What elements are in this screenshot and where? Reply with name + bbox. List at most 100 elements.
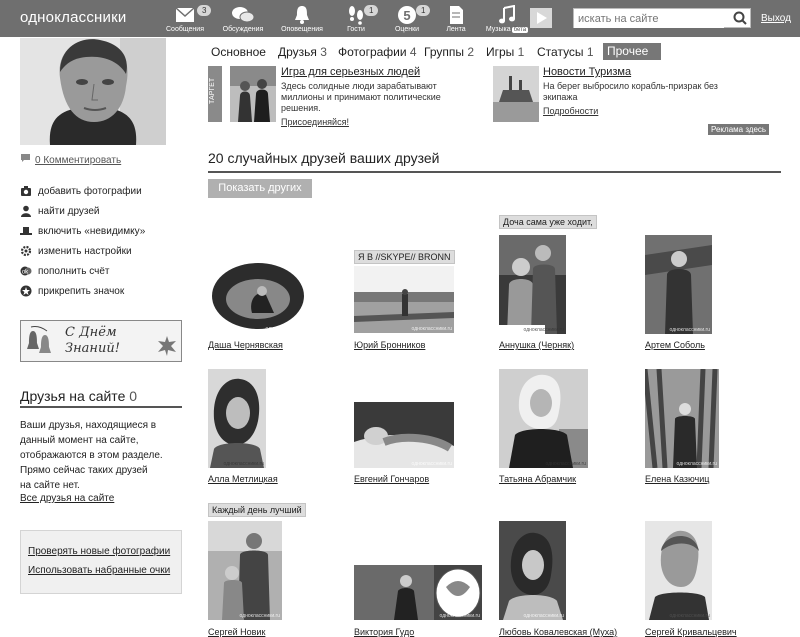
friend-name[interactable]: Евгений Гончаров (354, 474, 429, 484)
section-title: 20 случайных друзей ваших друзей (208, 150, 781, 173)
action-label: включить «невидимку» (38, 225, 146, 237)
friend-photo[interactable]: одноклассники.ru (645, 521, 712, 620)
nav-notifications[interactable]: Оповещения (280, 3, 324, 33)
action-add-photos[interactable]: добавить фотографии (20, 181, 145, 201)
badge-icon (20, 285, 32, 297)
friend-name[interactable]: Сергей Кривальцевич (645, 627, 737, 637)
nav-notifications-label: Оповещения (281, 26, 323, 33)
friend-name[interactable]: Артем Соболь (645, 340, 705, 350)
watermark: одноклассники.ru (669, 613, 710, 619)
friend-status: Я В //SKYPE// BRONN (354, 250, 455, 264)
action-settings[interactable]: изменить настройки (20, 241, 145, 261)
friend-photo[interactable]: одноклассники.ru (354, 402, 454, 468)
ad-title-game[interactable]: Игра для серьезных людей (281, 66, 420, 78)
speech-bubble-icon (21, 154, 30, 162)
friend-photo[interactable]: одноклассники.ru (499, 369, 588, 468)
watermark: одноклассники.ru (545, 461, 586, 467)
ads-here-label[interactable]: Реклама здесь (708, 124, 770, 135)
friend-photo[interactable]: одноклассники.ru (354, 266, 454, 333)
action-invisible[interactable]: включить «невидимку» (20, 221, 145, 241)
guests-badge: 1 (364, 5, 379, 16)
comment-link[interactable]: 0 Комментировать (20, 153, 121, 166)
show-others-button[interactable]: Показать других (208, 179, 312, 198)
nav-music[interactable]: Музыка бета (484, 3, 530, 33)
nav-music-label: Музыка бета (485, 26, 529, 33)
friend-photo[interactable]: одноклассники.ru (208, 369, 266, 468)
target-label: ТАРГЕТ (208, 66, 222, 122)
nav-messages[interactable]: 3 Сообщения (165, 3, 212, 33)
check-new-photos-link[interactable]: Проверять новые фотографии (28, 546, 170, 557)
nav-ratings-label: Оценки (394, 26, 420, 33)
friend-name[interactable]: Аннушка (Черняк) (499, 340, 574, 350)
friend-name[interactable]: Алла Метлицкая (208, 474, 278, 484)
friend-photo[interactable]: одноклассники.ru (354, 565, 482, 620)
friend-status: Доча сама уже ходит, (499, 215, 597, 229)
coins-icon: ok (20, 265, 32, 277)
search-box (573, 8, 751, 28)
search-input[interactable] (574, 10, 724, 28)
play-button[interactable] (530, 8, 552, 28)
nav-feed[interactable]: Лента (443, 3, 469, 33)
friend-name[interactable]: Юрий Бронников (354, 340, 425, 350)
site-logo[interactable]: одноклассники (20, 9, 126, 26)
friend-photo[interactable]: одноклассники.ru (645, 369, 719, 468)
friend-photo[interactable]: одноклассники.ru (208, 259, 308, 333)
nav-guests[interactable]: 1 Гости (342, 3, 379, 33)
gear-icon (20, 245, 32, 257)
tab-more-dropdown[interactable]: Прочее ▼ (603, 43, 661, 75)
ratings-badge: 1 (416, 5, 431, 16)
friend-photo[interactable]: одноклассники.ru (499, 521, 566, 620)
ad-image-game[interactable] (230, 66, 276, 122)
nav-guests-label: Гости (347, 26, 365, 33)
tab-statuses[interactable]: Статусы 1 (537, 45, 594, 59)
ad-link-game[interactable]: Присоединяйся! (281, 117, 349, 127)
action-find-friends[interactable]: найти друзей (20, 201, 145, 221)
play-icon (537, 12, 547, 24)
profile-actions: добавить фотографии найти друзей включит… (20, 181, 145, 301)
friend-status: Каждый день лучший (208, 503, 306, 517)
ad-image-tourism[interactable] (493, 66, 539, 122)
watermark: одноклассники.ru (223, 461, 264, 467)
nav-discussions[interactable]: Обсуждения (220, 3, 266, 33)
ad-desc-tourism: На берег выбросило корабль-призрак без э… (543, 81, 718, 102)
tab-main[interactable]: Основное (211, 45, 266, 59)
friend-name[interactable]: Виктория Гудо (354, 627, 414, 637)
action-attach-badge[interactable]: прикрепить значок (20, 281, 145, 301)
friend-photo[interactable]: одноклассники.ru (645, 235, 712, 334)
ad-title-tourism[interactable]: Новости Туризма (543, 66, 631, 78)
friend-name[interactable]: Даша Чернявская (208, 340, 283, 350)
holiday-banner[interactable]: С Днём Знаний! (20, 320, 182, 362)
tab-games[interactable]: Игры 1 (486, 45, 524, 59)
friend-photo[interactable]: одноклассники.ru (208, 521, 282, 620)
watermark: одноклассники.ru (523, 613, 564, 619)
watermark: одноклассники.ru (239, 613, 280, 619)
action-label: изменить настройки (38, 245, 132, 257)
leaf-icon (158, 336, 176, 356)
chat-bubbles-icon (220, 3, 266, 25)
search-icon[interactable] (733, 11, 747, 25)
hat-icon (20, 225, 32, 237)
friend-name[interactable]: Татьяна Абрамчик (499, 474, 576, 484)
svg-text:ok: ok (22, 270, 29, 276)
watermark: одноклассники.ru (265, 326, 306, 332)
use-points-link[interactable]: Использовать набранные очки (28, 565, 170, 576)
friend-name[interactable]: Елена Казючиц (645, 474, 709, 484)
friend-name[interactable]: Любовь Ковалевская (Муха) (499, 627, 617, 637)
tab-photos[interactable]: Фотографии 4 (338, 45, 417, 59)
friend-name[interactable]: Сергей Новик (208, 627, 265, 637)
nav-ratings[interactable]: 5 1 Оценки (392, 3, 431, 33)
person-icon (20, 205, 32, 217)
tab-groups[interactable]: Группы 2 (424, 45, 474, 59)
friend-photo[interactable]: одноклассники.ru (499, 235, 566, 334)
action-top-up[interactable]: ok пополнить счёт (20, 261, 145, 281)
all-friends-online-link[interactable]: Все друзья на сайте (20, 493, 114, 504)
profile-avatar[interactable] (20, 38, 166, 145)
messages-badge: 3 (197, 5, 212, 16)
watermark: одноклассники.ru (669, 327, 710, 333)
tab-friends[interactable]: Друзья 3 (278, 45, 327, 59)
action-label: добавить фотографии (38, 185, 142, 197)
watermark: одноклассники.ru (523, 327, 564, 333)
watermark: одноклассники.ru (439, 613, 480, 619)
ad-link-tourism[interactable]: Подробности (543, 106, 598, 116)
logout-link[interactable]: Выход (761, 13, 791, 24)
